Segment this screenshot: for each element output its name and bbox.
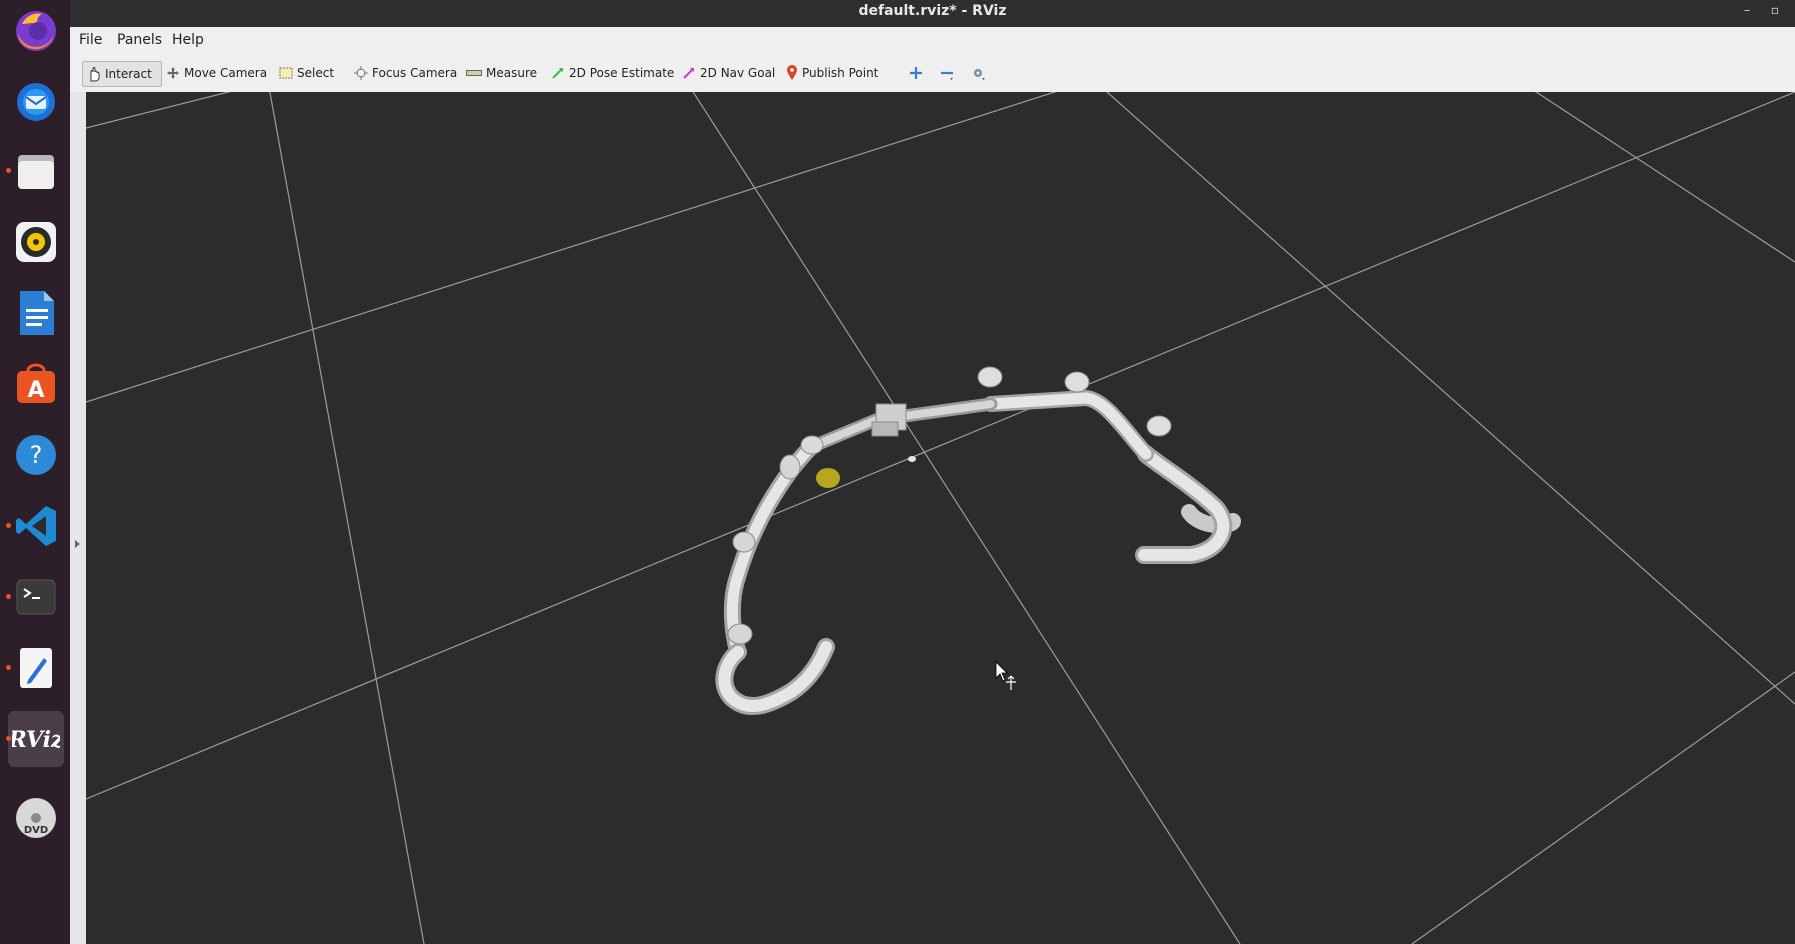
remove-tool-icon[interactable] (938, 64, 956, 82)
tool-2d-pose-estimate-button[interactable]: 2D Pose Estimate (547, 61, 678, 85)
rhythmbox-icon[interactable] (8, 214, 64, 270)
render-viewport[interactable] (86, 92, 1795, 944)
text-editor-icon[interactable] (6, 640, 64, 696)
help-icon[interactable]: ? (8, 427, 64, 483)
app-center-icon[interactable]: A (8, 356, 64, 412)
files-icon[interactable] (6, 143, 64, 199)
rviz-icon-label: RViz (12, 727, 60, 753)
tools-toolbar: Interact Move Camera Select Focus Camera… (70, 54, 1795, 93)
svg-text:A: A (27, 378, 44, 403)
expand-arrow-icon (75, 540, 80, 548)
tool-select-button[interactable]: Select (275, 61, 338, 85)
add-tool-icon[interactable] (907, 64, 925, 82)
menu-file[interactable]: File (79, 32, 102, 48)
svg-text:?: ? (30, 441, 43, 469)
menu-panels[interactable]: Panels (117, 32, 162, 48)
tool-measure-label: Measure (486, 66, 537, 80)
tool-measure-button[interactable]: Measure (462, 61, 541, 85)
nav-goal-arrow-icon (683, 68, 694, 79)
menu-help[interactable]: Help (172, 32, 204, 48)
rviz-icon[interactable]: RViz (6, 711, 64, 767)
mouse-cursor-icon (995, 661, 1016, 690)
thunderbird-icon[interactable] (8, 72, 64, 128)
window-title: default.rviz* - RViz (858, 3, 1007, 19)
restore-button[interactable]: ▫ (1767, 2, 1783, 18)
tool-move-camera-label: Move Camera (184, 66, 268, 80)
ruler-icon (466, 70, 482, 76)
tool-2d-pose-estimate-label: 2D Pose Estimate (569, 66, 675, 80)
tool-publish-point-label: Publish Point (802, 66, 879, 80)
terminal-icon[interactable] (6, 569, 64, 625)
tool-focus-camera-label: Focus Camera (372, 66, 458, 80)
tool-properties-icon[interactable] (969, 64, 987, 82)
vscode-icon[interactable] (6, 498, 64, 554)
minimize-button[interactable]: – (1739, 2, 1755, 18)
dvd-icon[interactable]: DVD (8, 790, 64, 846)
move-camera-icon (167, 67, 179, 79)
tool-move-camera-button[interactable]: Move Camera (162, 61, 271, 85)
tool-interact-button[interactable]: Interact (82, 61, 162, 87)
tool-interact-label: Interact (105, 67, 152, 81)
launcher-dock: A ? RViz DVD (0, 0, 70, 944)
tool-2d-nav-goal-label: 2D Nav Goal (700, 66, 776, 80)
pose-estimate-arrow-icon (552, 68, 563, 79)
window-titlebar[interactable]: default.rviz* - RViz – ▫ (70, 0, 1795, 27)
focus-camera-icon (354, 66, 368, 80)
collapsed-displays-panel-handle[interactable] (70, 92, 86, 944)
map-pin-icon (787, 65, 797, 80)
firefox-icon[interactable] (8, 2, 64, 58)
grid (86, 92, 1795, 944)
menu-bar: File Panels Help (70, 27, 1795, 54)
hand-icon (90, 67, 100, 82)
tool-select-label: Select (297, 66, 335, 80)
tool-2d-nav-goal-button[interactable]: 2D Nav Goal (678, 61, 779, 85)
libreoffice-writer-icon[interactable] (8, 285, 64, 341)
3d-scene[interactable] (86, 92, 1795, 944)
select-icon (279, 67, 293, 79)
tool-focus-camera-button[interactable]: Focus Camera (350, 61, 461, 85)
dvd-icon-label: DVD (24, 825, 48, 836)
marker-sphere (816, 468, 840, 488)
tool-publish-point-button[interactable]: Publish Point (782, 61, 882, 85)
